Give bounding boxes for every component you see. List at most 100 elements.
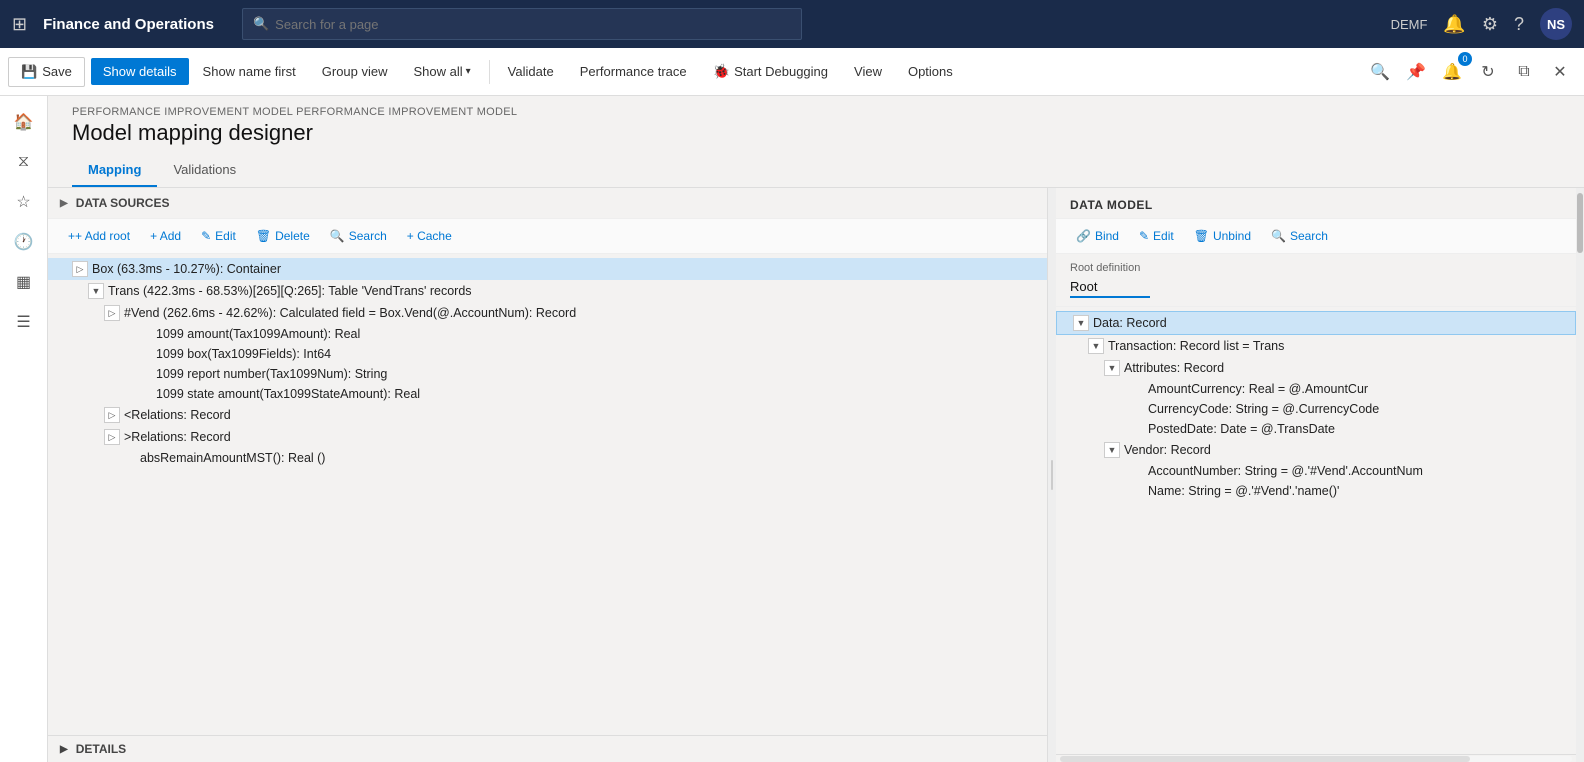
dm-tree-row[interactable]: PostedDate: Date = @.TransDate: [1056, 419, 1576, 439]
dm-tree-row[interactable]: ▼ Vendor: Record: [1056, 439, 1576, 461]
split-pane: ▶ DATA SOURCES + + Add root + Add ✎ Edit: [48, 188, 1584, 762]
edit-icon: ✎: [201, 229, 211, 243]
sidebar-favorites-icon[interactable]: ☆: [6, 184, 42, 220]
settings-icon[interactable]: ⚙: [1482, 14, 1498, 35]
show-all-button[interactable]: Show all ▾: [402, 58, 483, 85]
debug-icon: 🐞: [713, 63, 730, 80]
expand-icon[interactable]: ▼: [1104, 360, 1120, 376]
show-name-first-button[interactable]: Show name first: [191, 58, 308, 85]
edit-dm-button[interactable]: ✎ Edit: [1131, 225, 1182, 247]
edit-ds-button[interactable]: ✎ Edit: [193, 225, 244, 247]
sidebar-filter-icon[interactable]: ⧖: [6, 144, 42, 180]
details-expand-icon[interactable]: ▶: [60, 744, 68, 755]
details-header[interactable]: ▶ DETAILS: [48, 736, 1047, 762]
avatar[interactable]: NS: [1540, 8, 1572, 40]
tree-row[interactable]: 1099 report number(Tax1099Num): String: [48, 364, 1047, 384]
tree-row[interactable]: 1099 box(Tax1099Fields): Int64: [48, 344, 1047, 364]
tree-row[interactable]: ▼ Trans (422.3ms - 68.53%)[265][Q:265]: …: [48, 280, 1047, 302]
performance-trace-button[interactable]: Performance trace: [568, 58, 699, 85]
save-button[interactable]: 💾 Save: [8, 57, 85, 87]
tree-row[interactable]: 1099 amount(Tax1099Amount): Real: [48, 324, 1047, 344]
app-title: Finance and Operations: [43, 16, 214, 33]
dm-tree-row[interactable]: ▼ Data: Record: [1056, 311, 1576, 335]
right-scrollbar[interactable]: [1576, 188, 1584, 762]
notification-icon[interactable]: 🔔: [1443, 14, 1465, 35]
help-icon[interactable]: ?: [1514, 14, 1524, 35]
search-ds-icon: 🔍: [330, 229, 345, 243]
sidebar-workspace-icon[interactable]: ▦: [6, 264, 42, 300]
tree-row[interactable]: ▷ <Relations: Record: [48, 404, 1047, 426]
root-def-value: Root: [1070, 279, 1150, 298]
global-search-box[interactable]: 🔍: [242, 8, 802, 40]
group-view-button[interactable]: Group view: [310, 58, 400, 85]
dm-tree-row[interactable]: ▼ Transaction: Record list = Trans: [1056, 335, 1576, 357]
unbind-button[interactable]: 🗑 Unbind: [1186, 225, 1259, 247]
search-icon: 🔍: [253, 16, 269, 32]
unbind-icon: 🗑: [1194, 229, 1209, 243]
dm-tree-row[interactable]: ▼ Attributes: Record: [1056, 357, 1576, 379]
refresh-icon[interactable]: ↻: [1472, 56, 1504, 88]
tree-row[interactable]: absRemainAmountMST(): Real (): [48, 448, 1047, 468]
ds-header-label: DATA SOURCES: [76, 196, 170, 210]
expand-icon[interactable]: ▷: [104, 305, 120, 321]
expand-icon[interactable]: ▼: [1088, 338, 1104, 354]
top-nav-right: DEMF 🔔 ⚙ ? NS: [1391, 8, 1572, 40]
tree-row[interactable]: 1099 state amount(Tax1099StateAmount): R…: [48, 384, 1047, 404]
expand-icon[interactable]: ▼: [1073, 315, 1089, 331]
delete-icon: 🗑: [256, 229, 271, 243]
sidebar-list-icon[interactable]: ☰: [6, 304, 42, 340]
separator-1: [489, 60, 490, 84]
expand-icon[interactable]: ▷: [104, 407, 120, 423]
tab-mapping[interactable]: Mapping: [72, 154, 157, 187]
open-new-window-icon[interactable]: ⧉: [1508, 56, 1540, 88]
tree-row[interactable]: ▷ #Vend (262.6ms - 42.62%): Calculated f…: [48, 302, 1047, 324]
edit-dm-icon: ✎: [1139, 229, 1149, 243]
options-button[interactable]: Options: [896, 58, 965, 85]
top-navigation: ⊞ Finance and Operations 🔍 DEMF 🔔 ⚙ ? NS: [0, 0, 1584, 48]
main-content: 🏠 ⧖ ☆ 🕐 ▦ ☰ PERFORMANCE IMPROVEMENT MODE…: [0, 96, 1584, 762]
details-pane: ▶ DETAILS: [48, 735, 1047, 762]
dm-tree-row[interactable]: CurrencyCode: String = @.CurrencyCode: [1056, 399, 1576, 419]
search-ds-button[interactable]: 🔍 Search: [322, 225, 395, 247]
delete-button[interactable]: 🗑 Delete: [248, 225, 318, 247]
breadcrumb: PERFORMANCE IMPROVEMENT MODEL PERFORMANC…: [48, 96, 1584, 120]
page-title: Model mapping designer: [48, 120, 1584, 154]
grid-icon[interactable]: ⊞: [12, 14, 27, 35]
dm-tree-row[interactable]: Name: String = @.'#Vend'.'name()': [1056, 481, 1576, 501]
expand-icon[interactable]: ▼: [88, 283, 104, 299]
close-icon[interactable]: ✕: [1544, 56, 1576, 88]
tree-row[interactable]: ▷ >Relations: Record: [48, 426, 1047, 448]
search-toolbar-icon[interactable]: 🔍: [1364, 56, 1396, 88]
chevron-down-icon: ▾: [466, 66, 471, 77]
tab-validations[interactable]: Validations: [157, 154, 252, 187]
start-debugging-button[interactable]: 🐞 Start Debugging: [701, 57, 840, 86]
bind-button[interactable]: 🔗 Bind: [1068, 225, 1127, 247]
add-root-button[interactable]: + + Add root: [60, 225, 138, 247]
cache-button[interactable]: + Cache: [399, 225, 460, 247]
scroll-thumb[interactable]: [1577, 193, 1583, 253]
sidebar-recent-icon[interactable]: 🕐: [6, 224, 42, 260]
data-sources-header: ▶ DATA SOURCES: [48, 188, 1047, 219]
ds-toolbar: + + Add root + Add ✎ Edit 🗑 Delete: [48, 219, 1047, 254]
sidebar-home-icon[interactable]: 🏠: [6, 104, 42, 140]
ds-expand-icon[interactable]: ▶: [60, 198, 68, 209]
validate-button[interactable]: Validate: [496, 58, 566, 85]
dm-tree-row[interactable]: AccountNumber: String = @.'#Vend'.Accoun…: [1056, 461, 1576, 481]
tree-row[interactable]: ▷ Box (63.3ms - 10.27%): Container: [48, 258, 1047, 280]
search-dm-button[interactable]: 🔍 Search: [1263, 225, 1336, 247]
expand-icon[interactable]: ▷: [104, 429, 120, 445]
notification-toolbar-icon[interactable]: 🔔 0: [1436, 56, 1468, 88]
pin-icon[interactable]: 📌: [1400, 56, 1432, 88]
expand-icon[interactable]: ▷: [72, 261, 88, 277]
search-input[interactable]: [275, 17, 791, 32]
pane-divider[interactable]: [1048, 188, 1056, 762]
show-details-button[interactable]: Show details: [91, 58, 189, 85]
search-dm-icon: 🔍: [1271, 229, 1286, 243]
expand-icon[interactable]: ▼: [1104, 442, 1120, 458]
ds-tree: ▷ Box (63.3ms - 10.27%): Container ▼ Tra…: [48, 254, 1047, 735]
view-button[interactable]: View: [842, 58, 894, 85]
add-button[interactable]: + Add: [142, 225, 189, 247]
root-definition-section: Root definition Root: [1056, 254, 1576, 307]
dm-tree-row[interactable]: AmountCurrency: Real = @.AmountCur: [1056, 379, 1576, 399]
dm-tree: ▼ Data: Record ▼ Transaction: Record lis…: [1056, 307, 1576, 754]
